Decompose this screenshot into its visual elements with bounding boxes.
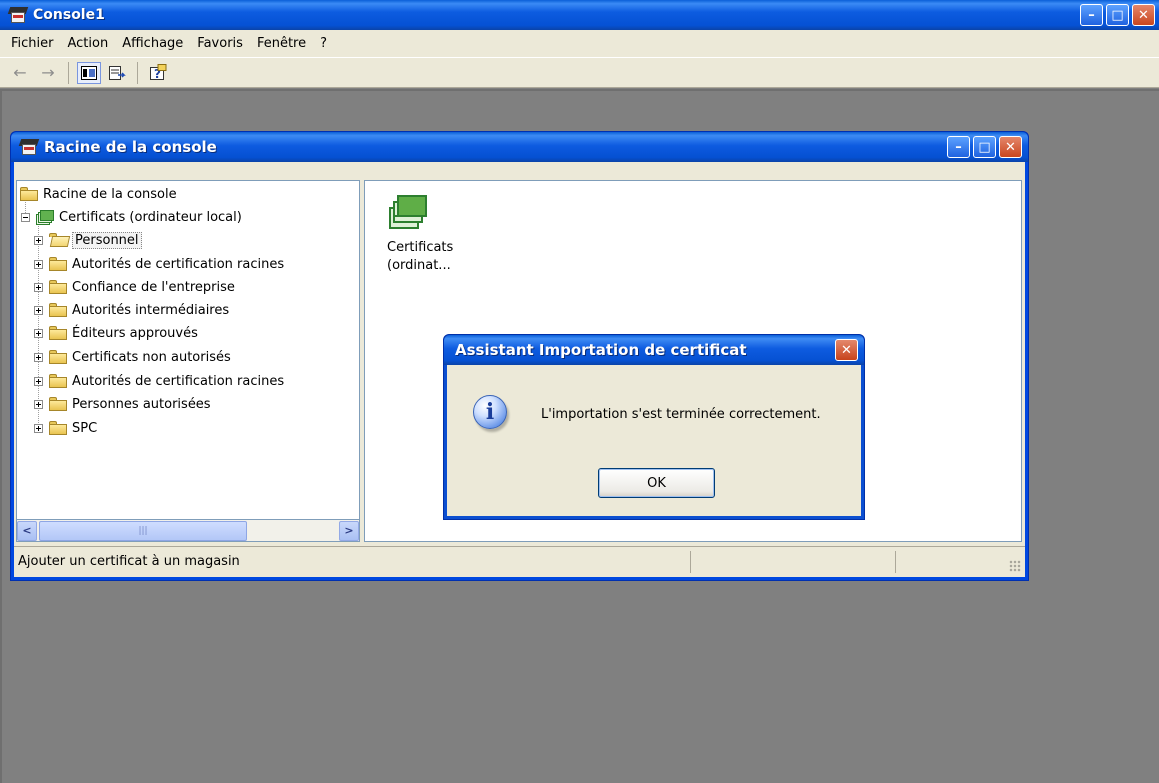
result-item-label[interactable]: Certificats (ordinat... — [387, 239, 477, 275]
certificate-store-icon — [36, 209, 54, 225]
tree-label: Confiance de l'entreprise — [72, 279, 235, 295]
menu-fichier[interactable]: Fichier — [4, 36, 61, 51]
expand-toggle-icon[interactable] — [34, 376, 43, 386]
folder-icon — [20, 187, 38, 201]
menu-action[interactable]: Action — [61, 36, 116, 51]
expand-toggle-icon[interactable] — [34, 352, 43, 362]
menubar: Fichier Action Affichage Favoris Fenêtre… — [0, 30, 1159, 58]
menu-favoris[interactable]: Favoris — [190, 36, 250, 51]
collapse-toggle-icon[interactable] — [21, 212, 30, 222]
tree-node-personnel[interactable]: Personnel — [34, 229, 142, 251]
tree-node-trusted-people[interactable]: Personnes autorisées — [34, 393, 211, 415]
child-minimize-button[interactable]: – — [947, 136, 970, 158]
main-titlebar[interactable]: Console1 – □ ✕ — [0, 0, 1159, 30]
expand-toggle-icon[interactable] — [34, 282, 43, 292]
folder-icon — [49, 257, 67, 271]
child-maximize-button[interactable]: □ — [973, 136, 996, 158]
tree-node-third-party-root-authorities[interactable]: Autorités de certification racines — [34, 370, 284, 392]
scroll-thumb[interactable]: ||| — [39, 520, 247, 541]
tree-node-intermediate-authorities[interactable]: Autorités intermédiaires — [34, 299, 229, 321]
import-wizard-dialog: Assistant Importation de certificat ✕ i … — [443, 334, 865, 520]
status-pane-2 — [691, 550, 896, 573]
close-button[interactable]: ✕ — [1132, 4, 1155, 26]
certificate-store-icon[interactable] — [389, 191, 429, 231]
menu-affichage[interactable]: Affichage — [115, 36, 190, 51]
expand-toggle-icon[interactable] — [34, 423, 43, 433]
tree-label: Éditeurs approuvés — [72, 325, 198, 341]
folder-icon — [49, 374, 67, 388]
folder-icon — [49, 280, 67, 294]
scroll-track[interactable]: ||| — [37, 520, 339, 541]
tree-label: Certificats non autorisés — [72, 349, 231, 365]
tree-label: Autorités de certification racines — [72, 256, 285, 272]
child-close-button[interactable]: ✕ — [999, 136, 1022, 158]
maximize-button[interactable]: □ — [1106, 4, 1129, 26]
open-folder-icon — [49, 233, 71, 247]
status-bar: Ajouter un certificat à un magasin — [14, 546, 1025, 576]
folder-icon — [49, 397, 67, 411]
tree-node-trusted-publishers[interactable]: Éditeurs approuvés — [34, 322, 198, 344]
expand-toggle-icon[interactable] — [34, 305, 43, 315]
dialog-message: L'importation s'est terminée correctemen… — [541, 407, 821, 422]
result-item-line1: Certificats — [387, 240, 454, 255]
tree-node-enterprise-trust[interactable]: Confiance de l'entreprise — [34, 276, 235, 298]
dialog-close-button[interactable]: ✕ — [835, 339, 858, 361]
dialog-body: i L'importation s'est terminée correctem… — [447, 365, 861, 516]
minimize-button[interactable]: – — [1080, 4, 1103, 26]
status-text: Ajouter un certificat à un magasin — [14, 550, 691, 573]
expand-toggle-icon[interactable] — [34, 328, 43, 338]
mmc-app-icon — [7, 6, 29, 24]
expand-toggle-icon[interactable] — [34, 259, 43, 269]
tree-label-root: Racine de la console — [43, 186, 177, 202]
menu-fenetre[interactable]: Fenêtre — [250, 36, 313, 51]
toolbar-separator — [137, 61, 138, 84]
tree-label: SPC — [72, 420, 98, 436]
mmc-main-window: Console1 – □ ✕ Fichier Action Affichage … — [0, 0, 1159, 783]
tree-label-store: Certificats (ordinateur local) — [59, 209, 242, 225]
window-title: Console1 — [33, 7, 105, 23]
expand-toggle-icon[interactable] — [34, 399, 43, 409]
tree-label: Personnes autorisées — [72, 396, 211, 412]
folder-icon — [49, 326, 67, 340]
toolbar: ← → ? — [0, 58, 1159, 88]
result-item-line2: (ordinat... — [387, 258, 451, 273]
tree-node-certificates-store[interactable]: Certificats (ordinateur local) — [21, 206, 242, 228]
tree-label-personnel: Personnel — [72, 231, 142, 249]
child-titlebar[interactable]: Racine de la console – □ ✕ — [11, 132, 1028, 162]
tree-horizontal-scrollbar[interactable]: < ||| > — [16, 520, 360, 542]
dialog-title: Assistant Importation de certificat — [455, 341, 747, 359]
dialog-titlebar[interactable]: Assistant Importation de certificat ✕ — [444, 335, 864, 365]
help-icon[interactable]: ? — [146, 62, 170, 84]
show-hide-tree-icon[interactable] — [77, 61, 101, 84]
child-window-title: Racine de la console — [44, 138, 217, 156]
toolbar-separator — [68, 61, 69, 84]
status-pane-3 — [896, 551, 1016, 573]
folder-icon — [49, 421, 67, 435]
folder-icon — [49, 303, 67, 317]
scroll-right-icon[interactable]: > — [339, 520, 359, 541]
resize-grip-icon[interactable] — [1009, 560, 1021, 572]
mmc-app-icon — [18, 138, 40, 156]
scroll-left-icon[interactable]: < — [17, 520, 37, 541]
tree-node-spc[interactable]: SPC — [34, 417, 97, 439]
tree-node-root-authorities[interactable]: Autorités de certification racines — [34, 253, 284, 275]
tree-label: Autorités de certification racines — [72, 373, 285, 389]
tree-node-root[interactable]: Racine de la console — [20, 183, 177, 205]
back-arrow-icon[interactable]: ← — [8, 62, 32, 84]
expand-toggle-icon[interactable] — [34, 235, 43, 245]
tree-node-untrusted-certificates[interactable]: Certificats non autorisés — [34, 346, 231, 368]
menu-help[interactable]: ? — [313, 36, 334, 51]
tree-pane[interactable]: Racine de la console Certificats (ordina… — [16, 180, 360, 520]
tree-label: Autorités intermédiaires — [72, 302, 230, 318]
ok-button[interactable]: OK — [598, 468, 715, 498]
information-icon: i — [473, 395, 507, 429]
forward-arrow-icon[interactable]: → — [36, 62, 60, 84]
folder-icon — [49, 350, 67, 364]
export-list-icon[interactable] — [105, 62, 129, 84]
